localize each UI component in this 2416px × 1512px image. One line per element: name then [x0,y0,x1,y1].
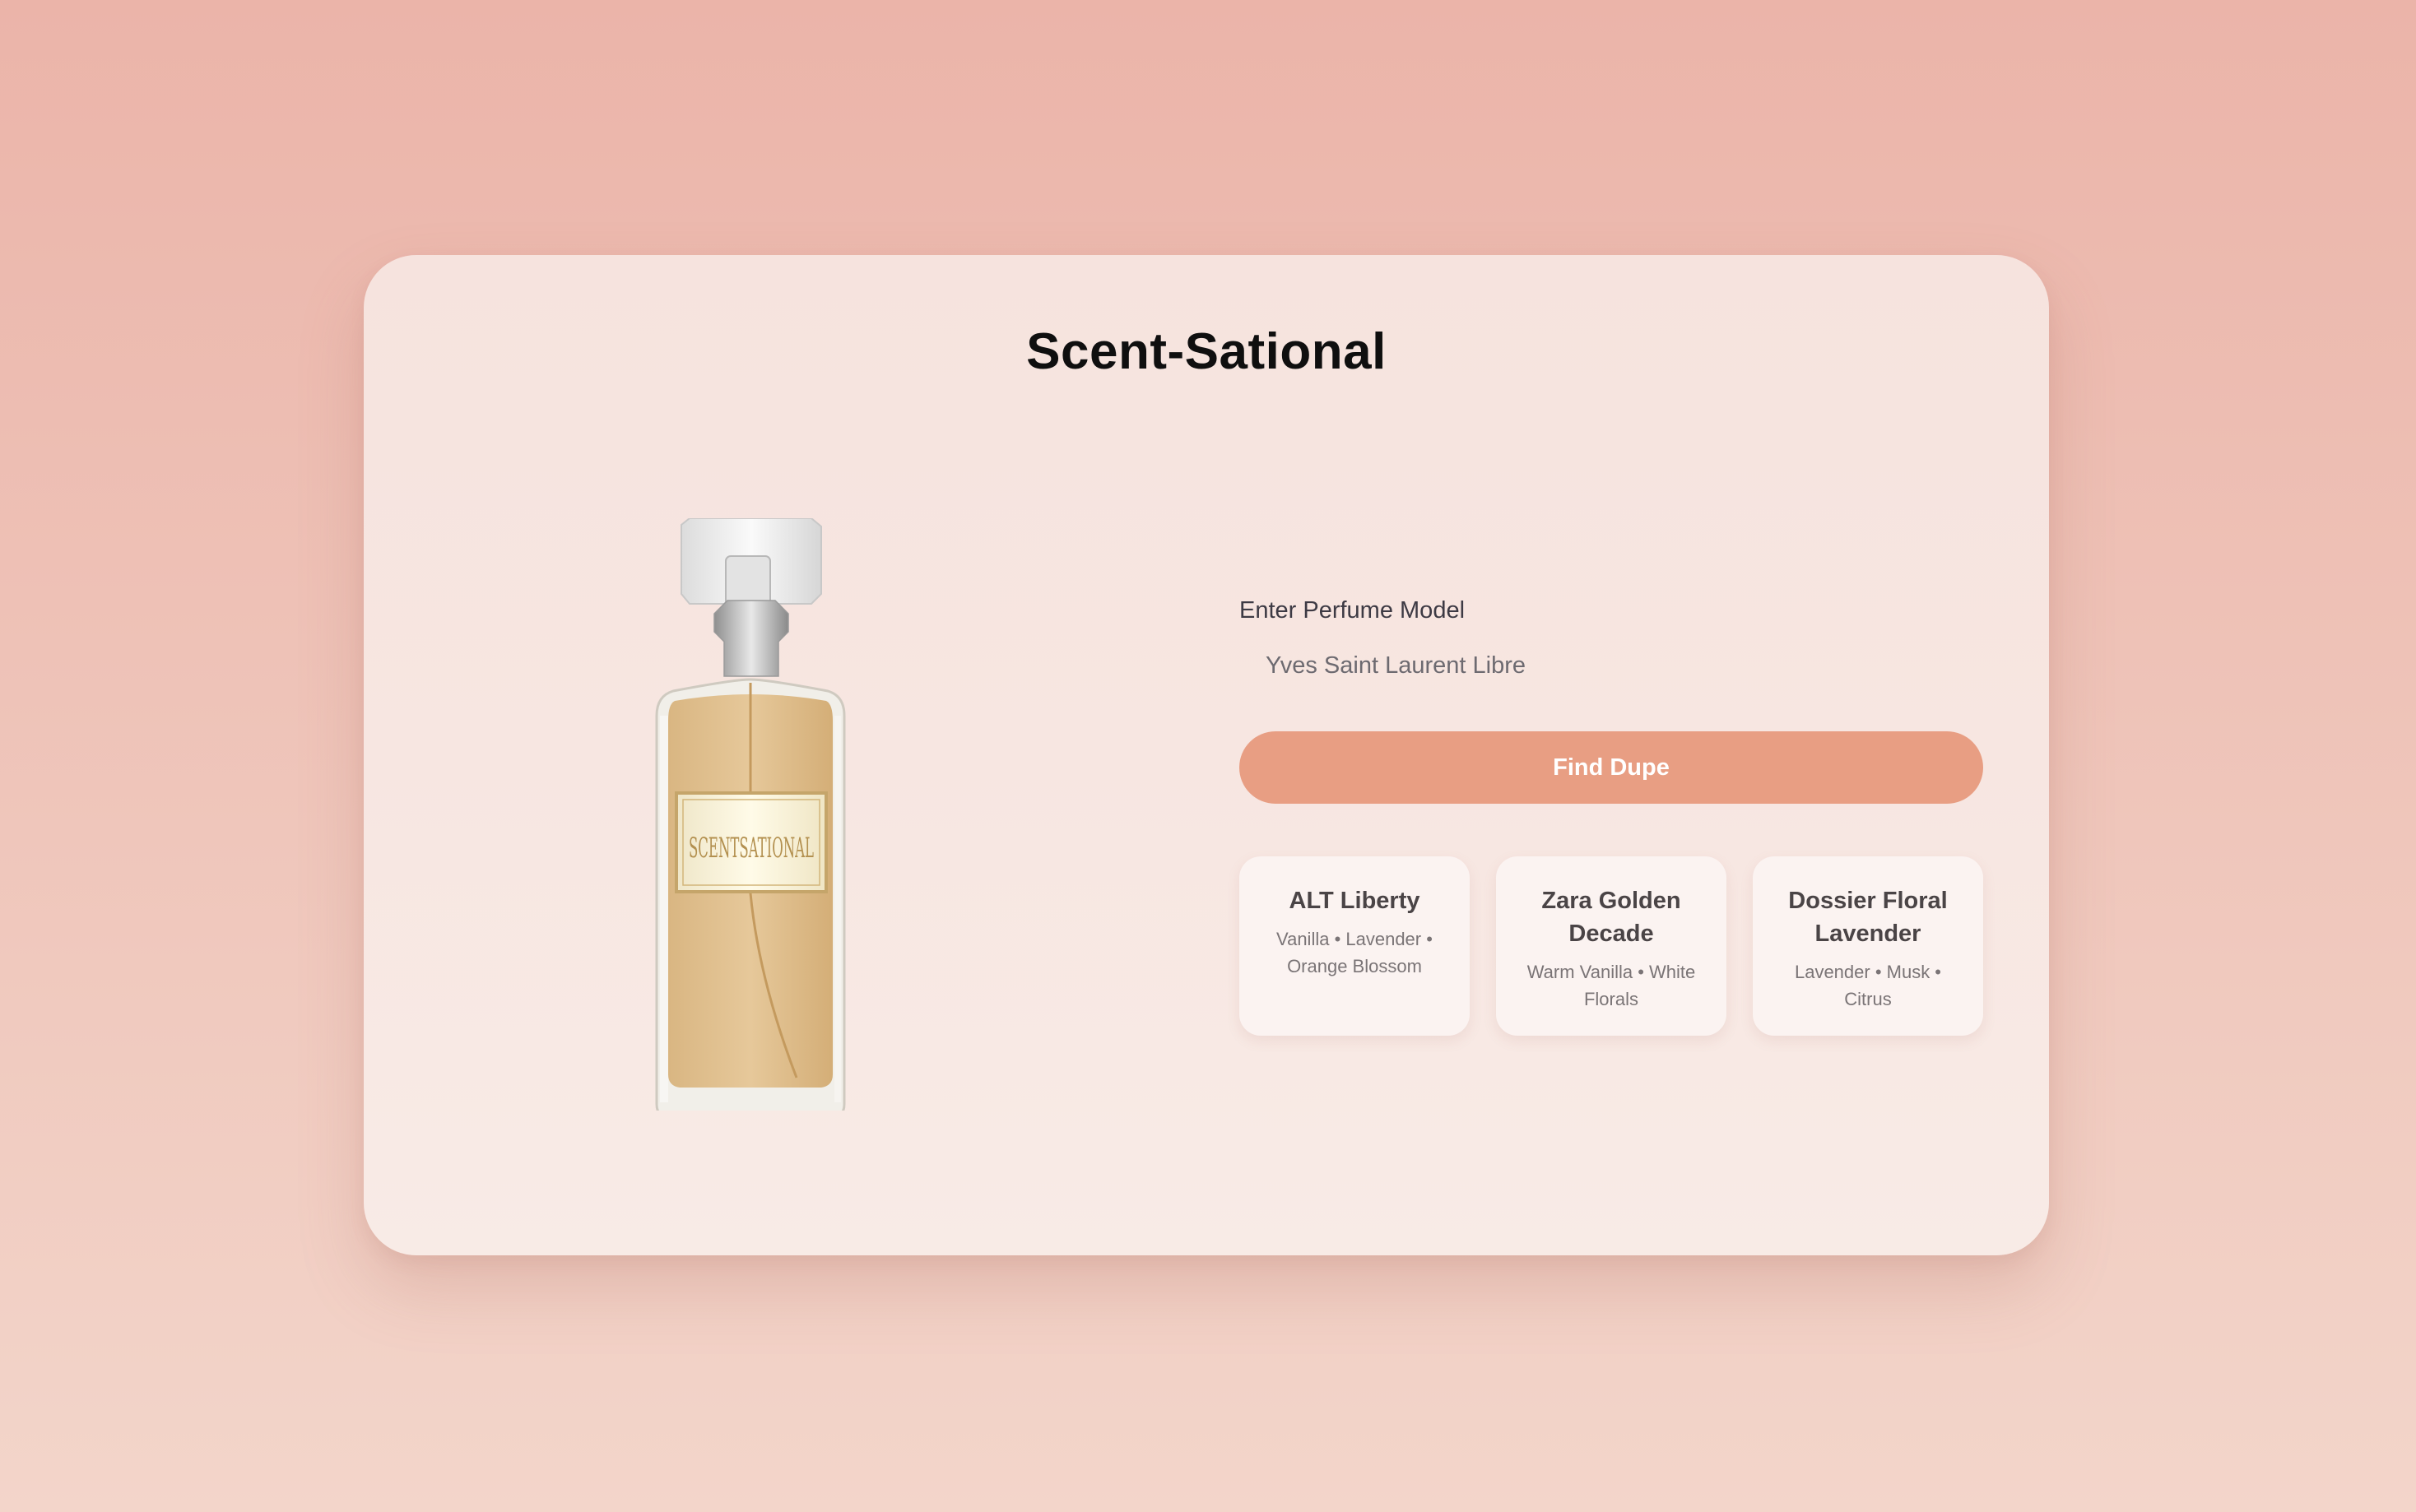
main-card: Scent-Sational SCENTSATIONAL Enter Perfu… [364,255,2049,1255]
result-notes: Warm Vanilla • White Florals [1526,962,1696,1009]
find-dupe-button[interactable]: Find Dupe [1239,731,1983,804]
perfume-model-input[interactable] [1239,639,1983,692]
perfume-model-label: Enter Perfume Model [1239,597,1466,624]
result-card-zara-golden-decade[interactable]: Zara Golden Decade Warm Vanilla • White … [1496,856,1726,1036]
result-notes: Vanilla • Lavender • Orange Blossom [1276,929,1433,976]
bottle-collar [713,600,789,677]
perfume-bottle-image: SCENTSATIONAL [635,518,956,1111]
dupe-search-form: Enter Perfume Model Find Dupe ALT Libert… [1239,597,1983,1036]
result-name: Zara Golden Decade [1541,888,1681,947]
result-name: Dossier Floral Lavender [1788,888,1948,947]
page-title: Scent-Sational [1026,323,1387,380]
result-card-dossier-floral-lavender[interactable]: Dossier Floral Lavender Lavender • Musk … [1753,856,1983,1036]
result-card-alt-liberty[interactable]: ALT Liberty Vanilla • Lavender • Orange … [1239,856,1470,1036]
dupe-results: ALT Liberty Vanilla • Lavender • Orange … [1239,856,1983,1036]
bottle-label-text: SCENTSATIONAL [689,832,814,865]
result-name: ALT Liberty [1289,888,1420,914]
result-notes: Lavender • Musk • Citrus [1794,962,1942,1009]
